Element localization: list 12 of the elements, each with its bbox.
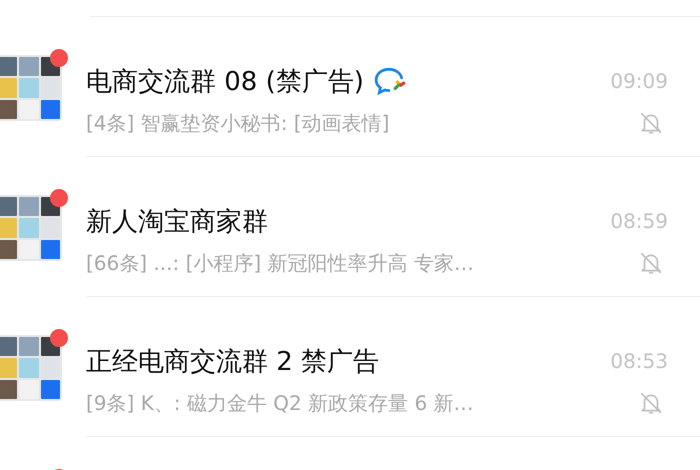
message-preview: [9条] K、: 磁力金牛 Q2 新政策存量 6 新… (86, 390, 474, 416)
chat-time: 09:09 (610, 69, 668, 93)
chat-title: 新人淘宝商家群 (86, 206, 268, 238)
group-avatar[interactable] (0, 195, 62, 261)
group-avatar[interactable] (0, 335, 62, 401)
message-preview: [4条] 智赢垫资小秘书: [动画表情] (86, 110, 390, 136)
chat-time: 08:59 (610, 209, 668, 233)
chat-title: 正经电商交流群 2 禁广告 (86, 346, 380, 378)
chat-time: 08:53 (610, 349, 668, 373)
group-avatar[interactable] (0, 55, 62, 121)
chat-title: 电商交流群 08 (禁广告) (86, 66, 364, 98)
message-preview: [66条] ...: [小程序] 新冠阳性率升高 专家… (86, 250, 474, 276)
